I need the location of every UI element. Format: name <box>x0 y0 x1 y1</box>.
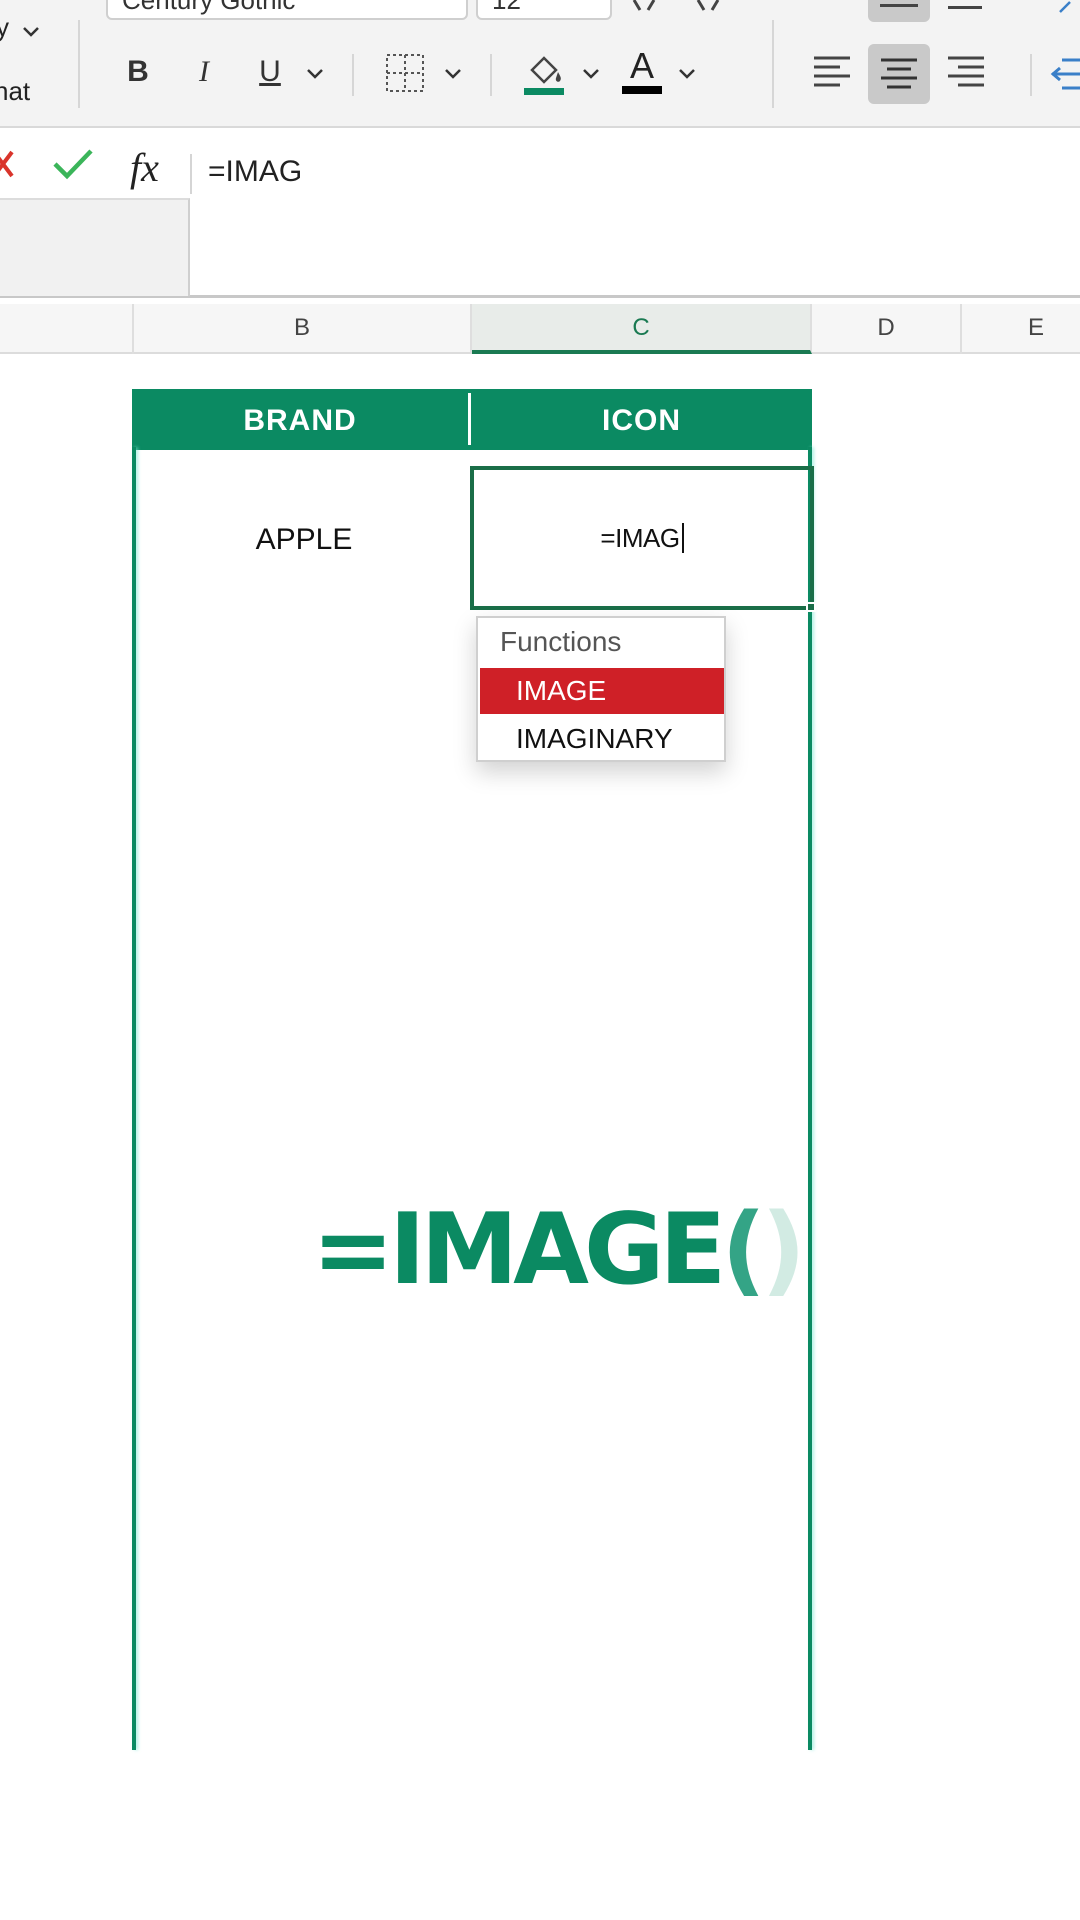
chevron-down-icon[interactable] <box>678 68 696 80</box>
ribbon-partial-label-top: y <box>0 12 9 42</box>
align-center-icon <box>881 58 917 89</box>
cancel-icon[interactable] <box>0 148 16 180</box>
ribbon-divider <box>78 20 80 108</box>
underline-button[interactable]: U <box>250 52 290 92</box>
table-right-border <box>808 447 812 1750</box>
ribbon-divider <box>352 54 354 96</box>
top-align-button[interactable] <box>868 0 930 22</box>
name-box[interactable] <box>0 198 190 296</box>
column-header-c[interactable]: C <box>472 304 812 354</box>
fill-handle[interactable] <box>806 602 816 612</box>
align-left-icon[interactable] <box>812 52 854 92</box>
autocomplete-title: Functions <box>500 626 622 657</box>
autocomplete-item-image[interactable]: IMAGE <box>480 668 724 714</box>
caption-paren-close: ) <box>761 1193 806 1307</box>
ribbon-toolbar: y nat Century Gothic 12 B I U A <box>0 0 1080 128</box>
font-color-button[interactable]: A <box>620 46 664 96</box>
font-color-bar <box>622 86 662 94</box>
table-header: BRAND ICON <box>132 389 812 447</box>
autocomplete-item-imaginary[interactable]: IMAGINARY <box>480 716 724 762</box>
caption-paren-open: ( <box>721 1193 766 1307</box>
ribbon-divider <box>1030 54 1032 96</box>
ribbon-format-label[interactable]: nat <box>0 76 30 107</box>
align-right-icon[interactable] <box>946 52 988 92</box>
header-icon[interactable]: ICON <box>471 389 812 447</box>
bold-button[interactable]: B <box>118 52 158 92</box>
insert-function-icon[interactable]: fx <box>130 144 159 191</box>
middle-align-button[interactable] <box>948 0 984 20</box>
chevron-down-icon[interactable] <box>582 68 600 80</box>
text-caret <box>681 523 684 553</box>
formula-bar: fx =IMAG <box>0 130 1080 298</box>
column-header-row: B C D E <box>0 304 1080 354</box>
icon-cell-active[interactable]: =IMAG <box>470 466 814 610</box>
ribbon-divider <box>490 54 492 96</box>
icon-cell-formula: =IMAG <box>600 522 680 553</box>
font-name-dropdown[interactable]: Century Gothic <box>106 0 468 20</box>
column-header-d[interactable]: D <box>812 304 962 354</box>
icon-cell-editor[interactable]: =IMAG <box>474 470 810 606</box>
column-header-b[interactable]: B <box>134 304 472 354</box>
function-autocomplete-dropdown: Functions IMAGE IMAGINARY <box>476 616 726 762</box>
borders-icon[interactable] <box>384 52 426 94</box>
decrease-indent-icon[interactable] <box>1050 56 1080 92</box>
orientation-icon[interactable] <box>1056 0 1080 16</box>
chevron-down-icon[interactable] <box>444 68 462 80</box>
table-left-border <box>132 447 136 1750</box>
increase-font-icon[interactable] <box>628 0 668 14</box>
ribbon-divider <box>772 20 774 108</box>
formula-bar-divider <box>190 154 192 194</box>
chevron-down-icon[interactable] <box>22 26 40 38</box>
column-header-a[interactable] <box>0 304 134 354</box>
font-size-dropdown[interactable]: 12 <box>476 0 612 20</box>
italic-button[interactable]: I <box>184 52 224 92</box>
header-underline <box>132 447 812 450</box>
font-color-label: A <box>629 45 654 86</box>
overlay-caption: =IMAGE() <box>312 1190 806 1310</box>
caption-text: =IMAGE <box>312 1193 726 1307</box>
chevron-down-icon[interactable] <box>306 68 324 80</box>
brand-cell-apple[interactable]: APPLE <box>136 510 472 570</box>
header-brand[interactable]: BRAND <box>132 389 468 447</box>
fill-color-bar <box>524 88 564 95</box>
formula-input[interactable]: =IMAG <box>208 150 302 194</box>
decrease-font-icon[interactable] <box>692 0 732 14</box>
column-header-e[interactable]: E <box>962 304 1080 354</box>
confirm-check-icon[interactable] <box>52 148 94 180</box>
align-center-button[interactable] <box>868 44 930 104</box>
fill-color-icon[interactable] <box>522 50 566 96</box>
